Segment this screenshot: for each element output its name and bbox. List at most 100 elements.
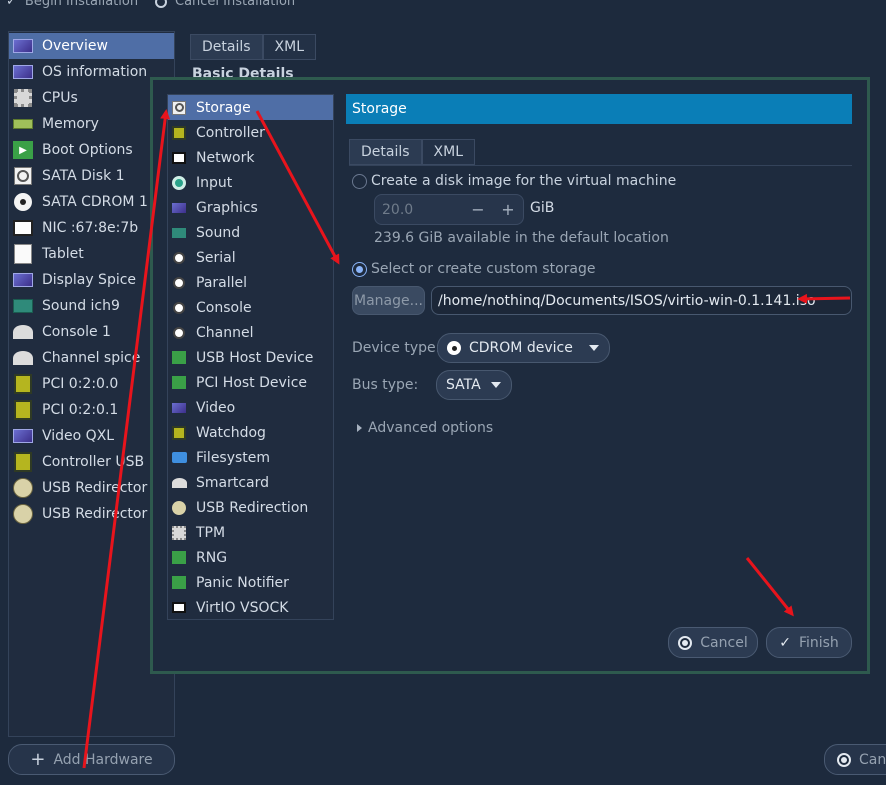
controller-icon: [170, 125, 188, 141]
pci-host-icon: [170, 375, 188, 391]
panic-icon: [170, 575, 188, 591]
finish-button[interactable]: ✓ Finish: [766, 627, 852, 658]
smartcard-icon: [170, 475, 188, 491]
device-item-channel[interactable]: Channel: [168, 320, 333, 345]
usb-host-icon: [170, 350, 188, 366]
cancel-radio-icon: [837, 752, 851, 767]
custom-storage-radio[interactable]: [352, 261, 367, 277]
device-item-serial[interactable]: Serial: [168, 245, 333, 270]
disk-size-spinner[interactable]: 20.0 − +: [374, 194, 524, 225]
chevron-down-icon: [589, 345, 599, 351]
watchdog-icon: [170, 425, 188, 441]
create-disk-radio[interactable]: [352, 173, 367, 189]
background-tab-details[interactable]: Details: [190, 34, 263, 60]
memory-icon: [12, 114, 34, 134]
video-icon: [170, 400, 188, 416]
usb-redirection-icon: [170, 500, 188, 516]
storage-path-input[interactable]: /home/nothinq/Documents/ISOS/virtio-win-…: [431, 286, 852, 315]
disk-size-unit: GiB: [530, 200, 555, 216]
create-disk-option[interactable]: Create a disk image for the virtual mach…: [352, 173, 676, 189]
graphics-icon: [170, 200, 188, 216]
device-item-rng[interactable]: RNG: [168, 545, 333, 570]
device-item-usb-host-device[interactable]: USB Host Device: [168, 345, 333, 370]
manage-button[interactable]: Manage...: [352, 286, 425, 315]
usb-icon: [12, 504, 34, 524]
bus-type-dropdown[interactable]: SATA: [436, 370, 512, 400]
device-item-network[interactable]: Network: [168, 145, 333, 170]
sound-icon: [170, 225, 188, 241]
cancel-button[interactable]: Cancel: [668, 627, 758, 658]
console-icon: [170, 300, 188, 316]
device-type-dropdown[interactable]: CDROM device: [437, 333, 610, 363]
cancel-installation-button[interactable]: Cancel Installation: [155, 0, 295, 9]
video-icon: [12, 426, 34, 446]
check-icon: ✓: [6, 0, 17, 9]
device-item-filesystem[interactable]: Filesystem: [168, 445, 333, 470]
custom-storage-option[interactable]: Select or create custom storage: [352, 261, 596, 277]
advanced-options-expander[interactable]: Advanced options: [357, 420, 493, 436]
device-item-storage[interactable]: Storage: [168, 95, 333, 120]
device-item-parallel[interactable]: Parallel: [168, 270, 333, 295]
background-tabs: Details XML: [190, 34, 317, 60]
rng-icon: [170, 550, 188, 566]
cdrom-icon: [447, 341, 461, 355]
pci-icon: [12, 452, 34, 472]
network-icon: [170, 150, 188, 166]
panel-tabs: Details XML: [349, 139, 476, 165]
folder-icon: [170, 450, 188, 466]
check-icon: ✓: [779, 634, 791, 651]
cancel-radio-icon: [155, 0, 167, 8]
cancel-icon: [678, 635, 693, 650]
device-item-video[interactable]: Video: [168, 395, 333, 420]
input-icon: [170, 175, 188, 191]
add-hardware-button[interactable]: + Add Hardware: [8, 744, 175, 775]
device-item-pci-host-device[interactable]: PCI Host Device: [168, 370, 333, 395]
begin-installation-button[interactable]: ✓ Begin Installation: [6, 0, 138, 9]
device-item-virtio-vsock[interactable]: VirtIO VSOCK: [168, 595, 333, 620]
device-item-console[interactable]: Console: [168, 295, 333, 320]
device-item-sound[interactable]: Sound: [168, 220, 333, 245]
device-item-controller[interactable]: Controller: [168, 120, 333, 145]
device-item-graphics[interactable]: Graphics: [168, 195, 333, 220]
hardware-item-overview[interactable]: Overview: [9, 33, 174, 59]
increment-button[interactable]: +: [493, 200, 523, 219]
device-item-panic-notifier[interactable]: Panic Notifier: [168, 570, 333, 595]
device-item-watchdog[interactable]: Watchdog: [168, 420, 333, 445]
parallel-icon: [170, 275, 188, 291]
top-action-bar: ✓ Begin Installation Cancel Installation: [0, 0, 886, 12]
disk-size-value: 20.0: [382, 201, 414, 218]
sound-icon: [12, 296, 34, 316]
cpu-icon: [12, 88, 34, 108]
usb-icon: [12, 478, 34, 498]
device-item-tpm[interactable]: TPM: [168, 520, 333, 545]
tab-details[interactable]: Details: [349, 139, 422, 165]
device-item-usb-redirection[interactable]: USB Redirection: [168, 495, 333, 520]
storage-icon: [170, 100, 188, 116]
nic-icon: [12, 218, 34, 238]
channel-icon: [170, 325, 188, 341]
boot-icon: ▶: [12, 140, 34, 160]
monitor-icon: [12, 36, 34, 56]
decrement-button[interactable]: −: [463, 200, 493, 219]
disk-icon: [12, 166, 34, 186]
available-space-text: 239.6 GiB available in the default locat…: [374, 230, 669, 246]
display-icon: [12, 270, 34, 290]
tpm-icon: [170, 525, 188, 541]
chevron-right-icon: [357, 424, 362, 432]
background-tab-xml[interactable]: XML: [262, 34, 317, 60]
serial-icon: [12, 322, 34, 342]
tab-xml[interactable]: XML: [421, 139, 476, 165]
pci-icon: [12, 400, 34, 420]
device-type-list: Storage Controller Network Input Graphic…: [167, 94, 334, 620]
tablet-icon: [12, 244, 34, 264]
background-cancel-button[interactable]: Cancel: [824, 744, 886, 775]
device-item-smartcard[interactable]: Smartcard: [168, 470, 333, 495]
bus-type-label: Bus type:: [352, 377, 419, 393]
serial-icon: [170, 250, 188, 266]
monitor-icon: [12, 62, 34, 82]
device-type-label: Device type:: [352, 340, 441, 356]
plus-icon: +: [30, 749, 46, 770]
pci-icon: [12, 374, 34, 394]
device-item-input[interactable]: Input: [168, 170, 333, 195]
vsock-icon: [170, 600, 188, 616]
